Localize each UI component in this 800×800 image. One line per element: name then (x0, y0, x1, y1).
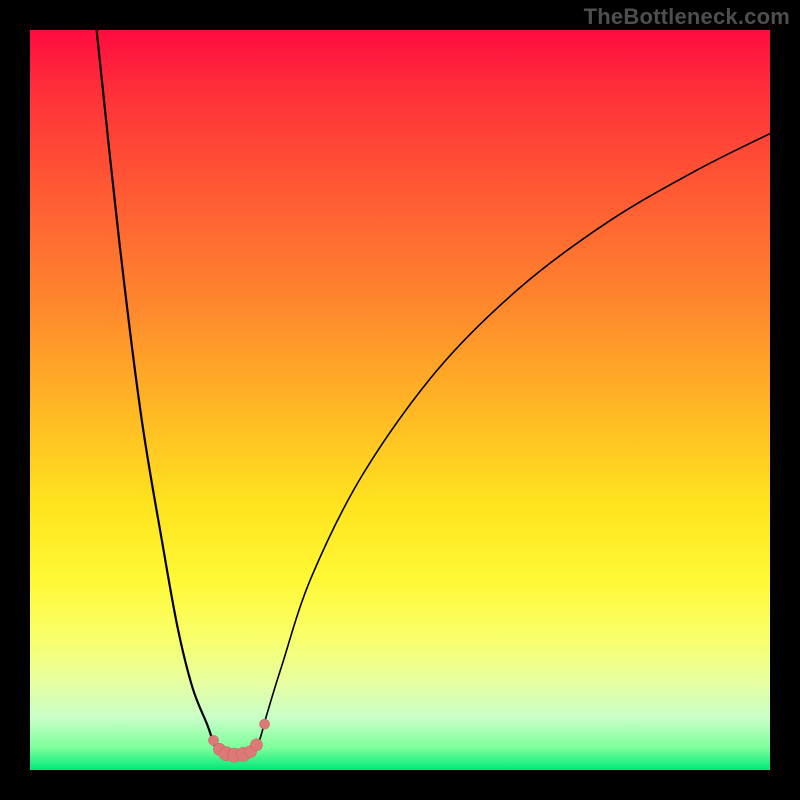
curve-left-arm (97, 30, 223, 754)
curve-right-arm (252, 134, 770, 753)
chart-svg (30, 30, 770, 770)
chart-plot-area (30, 30, 770, 770)
chart-marker (250, 739, 262, 751)
watermark-text: TheBottleneck.com (584, 4, 790, 30)
chart-markers (209, 719, 270, 762)
chart-marker (260, 719, 270, 729)
chart-frame: TheBottleneck.com (0, 0, 800, 800)
